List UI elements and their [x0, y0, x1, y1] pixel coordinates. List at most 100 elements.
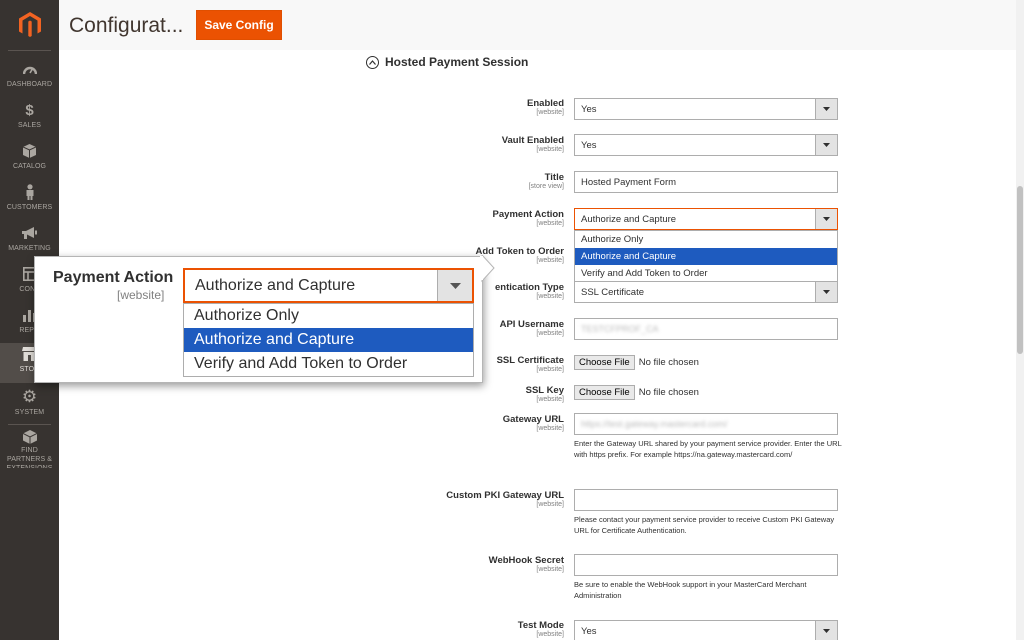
magento-logo[interactable]: [0, 0, 59, 50]
nav-divider: [8, 424, 51, 425]
logo-divider: [8, 50, 51, 51]
callout-option-authorize-and-capture: Authorize and Capture: [184, 328, 473, 352]
dropdown-arrow-icon: [815, 99, 837, 119]
collapse-icon: [366, 55, 379, 69]
test-mode-scope: [website]: [536, 631, 564, 638]
gateway-url-input[interactable]: https://test.gateway.mastercard.com/: [574, 413, 838, 435]
field-label: Vault Enabled [website]: [364, 135, 564, 154]
pki-url-scope: [website]: [536, 501, 564, 508]
field-label: Gateway URL [website]: [364, 414, 564, 433]
api-username-value: TESTCFPROF_CA: [581, 324, 659, 334]
enabled-label: Enabled: [527, 98, 564, 109]
sidebar-item-label: SALES: [17, 122, 42, 129]
pki-url-label: Custom PKI Gateway URL: [446, 490, 564, 501]
option-verify-add-token[interactable]: Verify and Add Token to Order: [575, 265, 837, 282]
payment-action-dropdown-list: Authorize Only Authorize and Capture Ver…: [574, 230, 838, 283]
sidebar-item-label: MARKETING: [8, 245, 51, 252]
save-config-button[interactable]: Save Config: [196, 10, 282, 40]
person-icon: [25, 183, 35, 201]
sidebar-item-sales[interactable]: $ SALES: [0, 99, 59, 139]
gateway-url-label: Gateway URL: [502, 414, 564, 425]
field-label: Enabled [website]: [364, 98, 564, 117]
test-mode-label: Test Mode: [517, 620, 564, 631]
vault-enabled-value: Yes: [581, 139, 597, 151]
sidebar-item-label: DASHBOARD: [6, 81, 53, 88]
api-username-input[interactable]: TESTCFPROF_CA: [574, 318, 838, 340]
ssl-key-file: Choose File No file chosen: [574, 385, 699, 400]
vault-enabled-scope: [website]: [536, 146, 564, 153]
payment-action-label: Payment Action: [492, 209, 564, 220]
ssl-cert-status: No file chosen: [638, 357, 699, 368]
vault-enabled-select[interactable]: Yes: [574, 134, 838, 156]
field-label: Title [store view]: [364, 172, 564, 191]
section-title: Hosted Payment Session: [385, 55, 529, 69]
sidebar-item-dashboard[interactable]: DASHBOARD: [0, 58, 59, 98]
gateway-url-scope: [website]: [536, 425, 564, 432]
sidebar-item-customers[interactable]: CUSTOMERS: [0, 181, 59, 221]
auth-type-value: SSL Certificate: [581, 286, 645, 298]
test-mode-value: Yes: [581, 625, 597, 637]
sidebar-item-system[interactable]: ⚙ SYSTEM: [0, 386, 59, 426]
ssl-cert-choose-file-button[interactable]: Choose File: [574, 355, 635, 370]
option-authorize-and-capture[interactable]: Authorize and Capture: [575, 248, 837, 265]
payment-action-select[interactable]: Authorize and Capture: [574, 208, 838, 230]
dropdown-arrow-icon: [815, 209, 837, 229]
cube-icon: [22, 430, 37, 445]
callout-pointer: [480, 255, 495, 283]
vault-enabled-label: Vault Enabled: [501, 135, 564, 146]
zoom-callout: Payment Action [website] Authorize and C…: [34, 256, 483, 383]
webhook-input[interactable]: [574, 554, 838, 576]
magento-logo-icon: [18, 12, 41, 37]
callout-options-list: Authorize Only Authorize and Capture Ver…: [183, 303, 474, 377]
field-label: Test Mode [website]: [364, 620, 564, 639]
webhook-label: WebHook Secret: [488, 555, 564, 566]
page-scrollbar[interactable]: [1016, 0, 1024, 640]
ssl-cert-file: Choose File No file chosen: [574, 355, 699, 370]
payment-action-value: Authorize and Capture: [581, 213, 677, 225]
webhook-note: Be sure to enable the WebHook support in…: [574, 580, 807, 600]
page-header: Configurat... Save Config: [59, 0, 1024, 50]
ssl-key-status: No file chosen: [638, 387, 699, 398]
gateway-url-value: https://test.gateway.mastercard.com/: [581, 419, 728, 429]
dashboard-icon: [22, 60, 37, 78]
field-label: WebHook Secret [website]: [364, 555, 564, 574]
ssl-key-choose-file-button[interactable]: Choose File: [574, 385, 635, 400]
sidebar-item-label: FIND PARTNERS & EXTENSIONS: [6, 447, 53, 468]
title-label: Title: [544, 172, 564, 183]
page-title: Configurat...: [69, 14, 184, 37]
callout-payment-action-label: Payment Action: [53, 269, 174, 286]
callout-scope: [website]: [117, 288, 165, 302]
sidebar-item-label: CUSTOMERS: [6, 204, 53, 211]
callout-payment-action-select: Authorize and Capture: [183, 268, 474, 303]
pki-url-note: Please contact your payment service prov…: [574, 515, 835, 535]
section-toggle-hosted-payment[interactable]: Hosted Payment Session: [366, 55, 528, 69]
ssl-key-label: SSL Key: [525, 385, 564, 396]
dropdown-arrow-icon: [815, 282, 837, 302]
payment-action-scope: [website]: [536, 220, 564, 227]
sidebar-item-catalog[interactable]: CATALOG: [0, 140, 59, 180]
sidebar-item-label: CATALOG: [12, 163, 47, 170]
dropdown-arrow-icon: [815, 135, 837, 155]
option-authorize-only[interactable]: Authorize Only: [575, 231, 837, 248]
auth-type-select[interactable]: SSL Certificate: [574, 281, 838, 303]
gear-icon: ⚙: [21, 387, 38, 406]
box-icon: [23, 142, 36, 160]
enabled-select[interactable]: Yes: [574, 98, 838, 120]
gateway-url-note: Enter the Gateway URL shared by your pay…: [574, 439, 842, 459]
ssl-key-scope: [website]: [536, 396, 564, 403]
callout-option-verify-add-token: Verify and Add Token to Order: [194, 355, 408, 372]
enabled-scope: [website]: [536, 109, 564, 116]
test-mode-select[interactable]: Yes: [574, 620, 838, 640]
dropdown-arrow-icon: [815, 621, 837, 640]
webhook-scope: [website]: [536, 566, 564, 573]
dropdown-arrow-icon: [437, 270, 472, 301]
enabled-value: Yes: [581, 103, 597, 115]
callout-option-authorize-only: Authorize Only: [194, 307, 299, 324]
sidebar-item-find-partners[interactable]: FIND PARTNERS & EXTENSIONS: [0, 428, 59, 468]
field-label: SSL Key [website]: [364, 385, 564, 404]
title-input[interactable]: Hosted Payment Form: [574, 171, 838, 193]
scrollbar-thumb[interactable]: [1017, 186, 1023, 354]
pki-url-input[interactable]: [574, 489, 838, 511]
field-label: Payment Action [website]: [364, 209, 564, 228]
title-scope: [store view]: [528, 183, 564, 190]
